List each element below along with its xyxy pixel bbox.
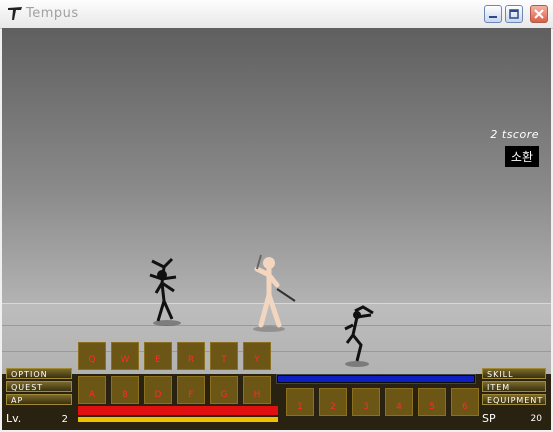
slot-key-label: 8 xyxy=(122,390,128,400)
slot-key-label: A xyxy=(88,390,96,400)
sp-value: 20 xyxy=(530,414,542,424)
minimize-icon xyxy=(489,16,497,18)
item-slot-5[interactable]: 5 xyxy=(418,388,446,416)
summon-button[interactable]: 소환 xyxy=(504,146,539,167)
tempus-logo-icon xyxy=(8,7,22,20)
mp-bar-fill xyxy=(278,376,474,382)
item-button[interactable]: ITEM xyxy=(482,381,546,392)
maximize-button[interactable] xyxy=(505,5,523,23)
skill-slot-w[interactable]: W xyxy=(111,342,139,370)
level-value: 2 xyxy=(61,414,68,425)
slot-key-label: 3 xyxy=(363,402,369,412)
skill-slot-q[interactable]: Q xyxy=(78,342,106,370)
skill-slot-g[interactable]: G xyxy=(210,376,238,404)
slot-key-label: R xyxy=(187,355,195,365)
sp-display: SP 20 xyxy=(482,412,546,428)
score-text: 2 tscore xyxy=(490,128,539,141)
enemy-shadow-figure xyxy=(149,257,181,326)
skill-slot-d[interactable]: D xyxy=(144,376,172,404)
skill-slot-r[interactable]: R xyxy=(177,342,205,370)
slot-key-label: 6 xyxy=(462,402,468,412)
close-button[interactable] xyxy=(530,5,548,23)
slot-key-label: D xyxy=(154,390,162,400)
skill-slot-y[interactable]: Y xyxy=(243,342,271,370)
window-title: Tempus xyxy=(26,6,79,21)
minimize-button[interactable] xyxy=(484,5,502,23)
item-slot-6[interactable]: 6 xyxy=(451,388,479,416)
item-slot-1[interactable]: 1 xyxy=(286,388,314,416)
title-bar: Tempus xyxy=(0,0,553,29)
equipment-button[interactable]: EQUIPMENT xyxy=(482,394,546,405)
slot-key-label: G xyxy=(220,390,228,400)
skill-slot-h[interactable]: H xyxy=(243,376,271,404)
quest-button[interactable]: QUEST xyxy=(6,381,72,392)
enemy-shadow-figure xyxy=(344,305,374,367)
sp-label: SP xyxy=(482,412,496,425)
slot-key-label: 2 xyxy=(330,402,336,412)
option-button[interactable]: OPTION xyxy=(6,368,72,379)
level-label: Lv. xyxy=(6,412,22,425)
slot-key-label: 5 xyxy=(429,402,435,412)
item-slot-3[interactable]: 3 xyxy=(352,388,380,416)
item-slot-2[interactable]: 2 xyxy=(319,388,347,416)
skill-slot-e[interactable]: E xyxy=(144,342,172,370)
ap-button[interactable]: AP xyxy=(6,394,72,405)
skill-slot-t[interactable]: T xyxy=(210,342,238,370)
slot-key-label: W xyxy=(120,355,130,365)
skill-slot-s[interactable]: 8 xyxy=(111,376,139,404)
player-character xyxy=(253,254,296,332)
skill-slot-f[interactable]: F xyxy=(177,376,205,404)
slot-key-label: Y xyxy=(254,355,260,365)
slot-key-label: H xyxy=(253,390,261,400)
slot-key-label: E xyxy=(155,355,161,365)
close-icon xyxy=(534,9,544,19)
slot-key-label: 4 xyxy=(396,402,402,412)
game-stage[interactable]: 2 tscore 소환 OPTION QUEST AP Lv. 2 SKILL … xyxy=(2,28,551,430)
item-slot-4[interactable]: 4 xyxy=(385,388,413,416)
game-window: Tempus 2 tscore 소환 OPTION QUEST AP Lv. 2… xyxy=(0,0,553,432)
mp-bar-track xyxy=(276,374,476,384)
skill-button[interactable]: SKILL xyxy=(482,368,546,379)
maximize-icon xyxy=(509,9,519,19)
level-display: Lv. 2 xyxy=(6,412,72,428)
slot-key-label: 1 xyxy=(297,402,303,412)
skill-slot-a[interactable]: A xyxy=(78,376,106,404)
hud-panel: OPTION QUEST AP Lv. 2 SKILL ITEM EQUIPME… xyxy=(2,342,551,430)
exp-bar xyxy=(78,417,278,422)
slot-key-label: Q xyxy=(88,355,96,365)
slot-key-label: F xyxy=(188,390,194,400)
hp-bar xyxy=(78,406,278,415)
slot-key-label: T xyxy=(221,355,227,365)
